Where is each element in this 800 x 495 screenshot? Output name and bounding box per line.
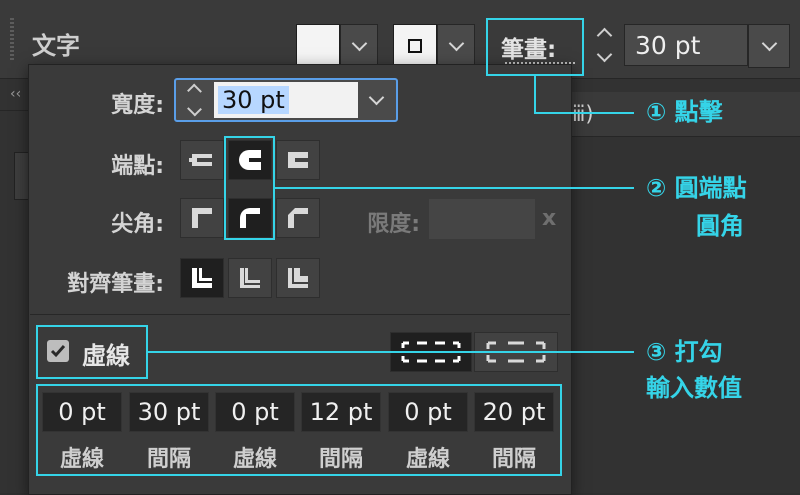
highlight-round-options [224,136,275,240]
panel-divider [0,110,28,111]
align-stroke-label: 對齊筆畫: [67,272,164,297]
annotation-2-line-1: ② 圓端點 [646,174,747,202]
butt-cap-button[interactable] [180,140,224,180]
bevel-join-icon [288,208,308,228]
weight-input[interactable]: 30 pt [218,86,289,114]
projecting-cap-icon [288,152,308,168]
chevron-down-icon [761,35,777,51]
bevel-join-button[interactable] [276,198,320,238]
stroke-dropdown-button[interactable] [437,24,475,68]
weight-stepper[interactable] [180,82,208,118]
miter-join-button[interactable] [180,198,224,238]
weight-dropdown-button[interactable] [358,82,394,118]
highlight-dash-inputs [36,384,562,476]
arrow-down-icon [186,101,202,117]
chevron-down-icon [351,35,367,51]
background-control [14,152,29,200]
miter-join-icon [192,208,212,228]
arrow-up-icon [186,83,202,99]
align-center-icon [192,268,212,288]
toolbar-title: 文字 [32,32,80,60]
annotation-3-line-2: 輸入數值 [646,374,742,402]
fill-color-swatch[interactable] [296,24,340,68]
cap-label: 端點: [111,154,164,179]
toolbar-grip-handle[interactable] [10,18,14,62]
chevron-down-icon [448,35,464,51]
callout-line-2 [275,187,634,189]
align-outside-button[interactable] [276,258,320,298]
stroke-square-icon [408,39,422,53]
align-outside-icon [288,268,308,288]
align-inside-icon [240,268,260,288]
popup-divider [30,314,570,315]
collapse-panel-icon[interactable]: ‹‹ [10,86,21,102]
annotation-1: ① 點擊 [646,98,723,126]
align-center-button[interactable] [180,258,224,298]
fill-dropdown-button[interactable] [340,24,378,68]
stroke-weight-input[interactable]: 30 pt [624,24,748,66]
callout-line-1-vertical [534,76,536,114]
callout-line-3 [148,351,634,353]
corner-label: 尖角: [111,212,164,237]
align-inside-button[interactable] [228,258,272,298]
callout-line-1-horizontal [534,112,634,114]
limit-label: 限度: [367,212,420,237]
annotation-2-line-2: 圓角 [696,212,744,240]
chevron-down-icon [368,89,384,105]
projecting-cap-button[interactable] [276,140,320,180]
stroke-weight-stepper[interactable] [590,24,618,66]
annotation-3-line-1: ③ 打勾 [646,338,723,366]
weight-label: 寬度: [111,93,164,118]
miter-limit-input[interactable] [428,198,536,240]
arrow-down-icon [596,46,612,63]
stroke-color-swatch[interactable] [393,24,437,68]
background-tab-label: ⅲ) [572,102,594,126]
highlight-dashed-checkbox [36,325,148,379]
stroke-weight-dropdown-button[interactable] [748,24,790,68]
butt-cap-icon [189,154,212,166]
highlight-stroke-link [486,18,584,76]
arrow-up-icon [596,27,612,44]
limit-unit: x [542,206,557,231]
